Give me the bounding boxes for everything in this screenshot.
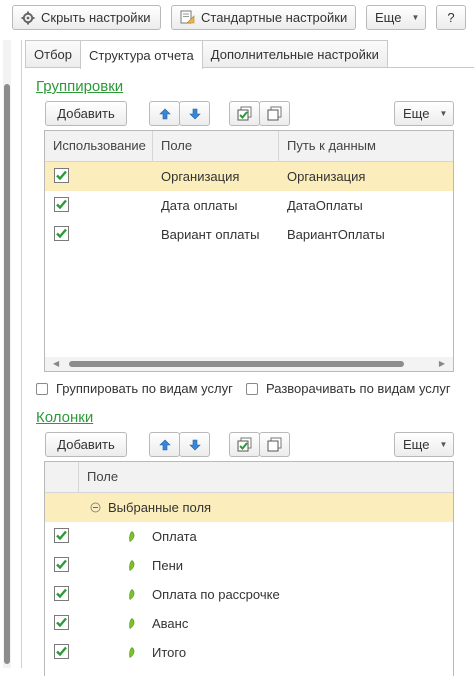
field-leaf-icon [129, 589, 135, 600]
row-field: Вариант оплаты [161, 227, 260, 242]
checkbox-checked-icon[interactable] [54, 615, 69, 630]
check-all-icon [237, 437, 252, 452]
chevron-down-icon: ▼ [439, 440, 448, 449]
checkbox-checked-icon[interactable] [54, 557, 69, 572]
chevron-down-icon: ▼ [439, 109, 448, 118]
column-header-usage[interactable]: Использование [45, 131, 153, 161]
groupings-table-header: Использование Поле Путь к данным [45, 131, 453, 162]
checkbox-checked-icon[interactable] [54, 168, 69, 183]
checkbox-checked-icon[interactable] [54, 528, 69, 543]
list-item[interactable]: Пени [45, 551, 453, 580]
tab-report-structure[interactable]: Структура отчета [79, 40, 203, 69]
field-leaf-icon [129, 560, 135, 571]
columns-table-header: Поле [45, 462, 453, 493]
settings-tabs: Отбор Структура отчета Дополнительные на… [25, 40, 388, 69]
groupings-add-button[interactable]: Добавить [45, 101, 127, 126]
columns-move-down-button[interactable] [179, 432, 210, 457]
expand-by-services-label[interactable]: Разворачивать по видам услуг [266, 381, 451, 396]
columns-move-up-button[interactable] [149, 432, 180, 457]
scroll-left-icon[interactable]: ◀ [53, 359, 59, 368]
checkbox-checked-icon[interactable] [54, 226, 69, 241]
groupings-uncheck-all-button[interactable] [259, 101, 290, 126]
field-leaf-icon [129, 647, 135, 658]
standard-settings-icon [180, 10, 195, 25]
uncheck-all-icon [267, 437, 282, 452]
column-field-label: Оплата [152, 529, 197, 544]
group-by-services-checkbox[interactable] [36, 383, 48, 395]
arrow-up-icon [158, 439, 171, 451]
column-header-field[interactable]: Поле [153, 131, 279, 161]
table-row[interactable]: Дата оплаты ДатаОплаты [45, 191, 453, 220]
field-leaf-icon [129, 531, 135, 542]
check-all-icon [237, 106, 252, 121]
more-label-top: Еще [375, 10, 402, 25]
settings-gear-icon [21, 11, 35, 25]
columns-more-button[interactable]: Еще ▼ [394, 432, 454, 457]
groupings-title[interactable]: Группировки [36, 78, 123, 95]
scroll-right-icon[interactable]: ▶ [439, 359, 445, 368]
column-field-label: Аванс [152, 616, 189, 631]
columns-add-label: Добавить [57, 437, 115, 452]
table-row[interactable]: Вариант оплаты ВариантОплаты [45, 220, 453, 249]
standard-settings-button[interactable]: Стандартные настройки [171, 5, 356, 30]
column-header-data-path[interactable]: Путь к данным [279, 131, 453, 161]
row-data-path: Организация [287, 169, 366, 184]
groupings-more-label: Еще [403, 106, 430, 121]
tab-filter[interactable]: Отбор [25, 40, 81, 68]
columns-table: Поле Выбранные поля Оплата Пени Оплата п… [44, 461, 454, 676]
panel-vertical-scrollbar[interactable] [3, 40, 11, 668]
chevron-down-icon: ▼ [411, 13, 420, 22]
column-field-label: Итого [152, 645, 187, 660]
row-field: Дата оплаты [161, 198, 238, 213]
help-button[interactable]: ? [436, 5, 466, 30]
checkbox-checked-icon[interactable] [54, 586, 69, 601]
groupings-move-up-button[interactable] [149, 101, 180, 126]
columns-more-label: Еще [403, 437, 430, 452]
help-label: ? [447, 10, 455, 25]
row-field: Организация [161, 169, 240, 184]
groupings-add-label: Добавить [57, 106, 115, 121]
columns-uncheck-all-button[interactable] [259, 432, 290, 457]
list-item[interactable]: Оплата [45, 522, 453, 551]
group-row-selected-fields[interactable]: Выбранные поля [45, 493, 453, 522]
arrow-down-icon [188, 108, 201, 120]
row-data-path: ВариантОплаты [287, 227, 385, 242]
column-header-field[interactable]: Поле [79, 462, 453, 492]
columns-check-all-button[interactable] [229, 432, 260, 457]
tab-additional-settings[interactable]: Дополнительные настройки [201, 40, 388, 68]
groupings-horizontal-scrollbar[interactable]: ◀ ▶ [45, 357, 453, 371]
group-by-services-label[interactable]: Группировать по видам услуг [56, 381, 233, 396]
scrollbar-thumb[interactable] [69, 361, 404, 367]
field-leaf-icon [129, 618, 135, 629]
arrow-up-icon [158, 108, 171, 120]
arrow-down-icon [188, 439, 201, 451]
scrollbar-thumb[interactable] [4, 84, 10, 664]
columns-add-button[interactable]: Добавить [45, 432, 127, 457]
column-field-label: Оплата по рассрочке [152, 587, 280, 602]
list-item[interactable]: Итого [45, 638, 453, 667]
table-row[interactable]: Организация Организация [45, 162, 453, 191]
groupings-check-all-button[interactable] [229, 101, 260, 126]
groupings-more-button[interactable]: Еще ▼ [394, 101, 454, 126]
checkbox-checked-icon[interactable] [54, 644, 69, 659]
list-item[interactable]: Оплата по рассрочке [45, 580, 453, 609]
list-item[interactable]: Аванс [45, 609, 453, 638]
checkbox-checked-icon[interactable] [54, 197, 69, 212]
group-row-label: Выбранные поля [108, 500, 212, 515]
columns-title[interactable]: Колонки [36, 409, 93, 426]
column-header-check [45, 462, 79, 492]
standard-settings-label: Стандартные настройки [201, 10, 348, 25]
row-data-path: ДатаОплаты [287, 198, 363, 213]
expand-by-services-checkbox[interactable] [246, 383, 258, 395]
groupings-table: Использование Поле Путь к данным Организ… [44, 130, 454, 372]
uncheck-all-icon [267, 106, 282, 121]
more-button-top[interactable]: Еще ▼ [366, 5, 426, 30]
groupings-move-down-button[interactable] [179, 101, 210, 126]
group-row-gutter [45, 493, 79, 522]
hide-settings-label: Скрыть настройки [41, 10, 151, 25]
column-field-label: Пени [152, 558, 184, 573]
panel-divider [21, 40, 22, 668]
hide-settings-button[interactable]: Скрыть настройки [12, 5, 161, 30]
